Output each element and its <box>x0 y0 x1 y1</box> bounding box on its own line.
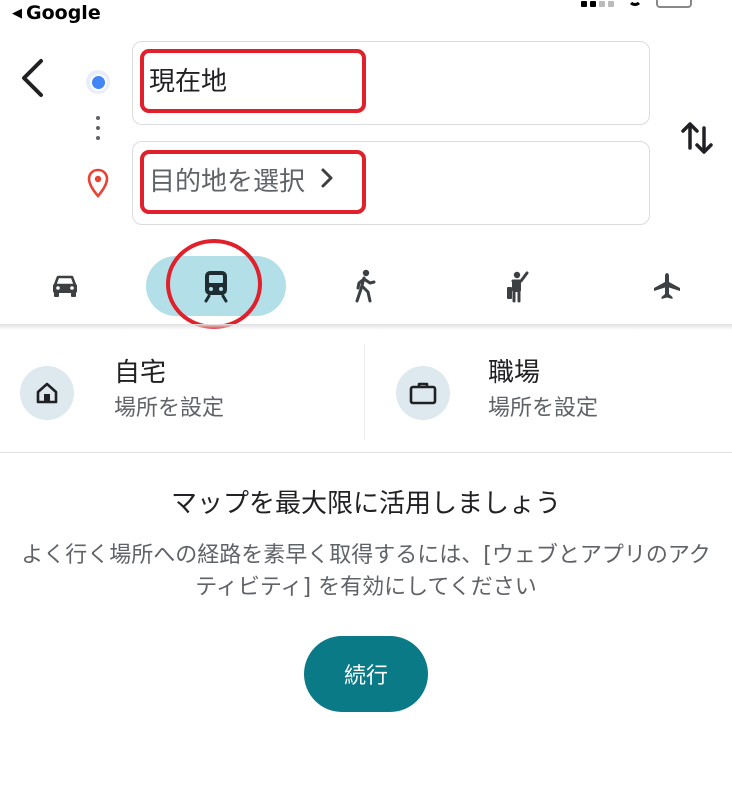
home-place-item[interactable]: 自宅 場所を設定 <box>0 334 364 444</box>
home-title: 自宅 <box>114 358 167 388</box>
briefcase-icon <box>409 382 437 405</box>
route-dots-icon <box>96 116 100 140</box>
ride-hailing-icon <box>507 271 529 303</box>
origin-input-value: 現在地 <box>149 67 228 97</box>
status-bar: ◀ Google <box>0 0 732 28</box>
work-title: 職場 <box>488 358 541 388</box>
signal-icon <box>581 0 614 7</box>
places-bottom-divider <box>0 452 732 453</box>
train-icon <box>204 271 228 303</box>
airplane-icon <box>654 273 680 299</box>
promo-title: マップを最大限に活用しましょう <box>170 489 561 519</box>
back-triangle-icon: ◀ <box>12 5 22 21</box>
saved-places: 自宅 場所を設定 職場 場所を設定 <box>0 334 732 444</box>
places-vertical-divider <box>364 344 365 440</box>
back-arrow-icon <box>22 59 43 97</box>
origin-input[interactable]: 現在地 <box>132 41 650 125</box>
home-icon-badge <box>20 366 74 420</box>
promo-body: よく行く場所への経路を素早く取得するには、[ウェブとアプリのアクティビティ] を… <box>21 543 711 600</box>
walking-icon <box>355 269 376 303</box>
mode-transit-tab[interactable] <box>146 256 286 316</box>
status-icons <box>581 0 692 8</box>
mode-flight-tab[interactable] <box>632 256 702 316</box>
mode-driving-tab[interactable] <box>30 256 100 316</box>
swap-button[interactable] <box>676 116 718 160</box>
work-place-item[interactable]: 職場 場所を設定 <box>366 334 732 444</box>
back-to-app-link[interactable]: ◀ Google <box>12 2 101 24</box>
origin-location-icon <box>86 70 110 94</box>
mode-walking-tab[interactable] <box>330 256 400 316</box>
destination-placeholder-text: 目的地を選択 <box>149 167 306 197</box>
destination-input[interactable]: 目的地を選択 <box>132 141 650 225</box>
battery-icon <box>656 0 692 8</box>
continue-button[interactable]: 続行 <box>304 636 428 712</box>
back-to-app-label: Google <box>26 2 101 24</box>
home-subtitle: 場所を設定 <box>114 396 225 421</box>
travel-mode-tabs <box>0 248 732 324</box>
destination-pin-icon <box>87 168 109 198</box>
modes-divider <box>0 324 732 330</box>
mode-ride-hailing-tab[interactable] <box>484 256 554 316</box>
swap-icon <box>681 122 713 154</box>
wifi-icon <box>628 0 642 6</box>
chevron-right-icon <box>321 168 333 188</box>
destination-input-placeholder: 目的地を選択 <box>149 164 335 200</box>
work-subtitle: 場所を設定 <box>488 396 599 421</box>
work-icon-badge <box>396 366 450 420</box>
car-icon <box>53 275 77 297</box>
home-icon <box>36 382 58 404</box>
back-button[interactable] <box>14 56 50 100</box>
